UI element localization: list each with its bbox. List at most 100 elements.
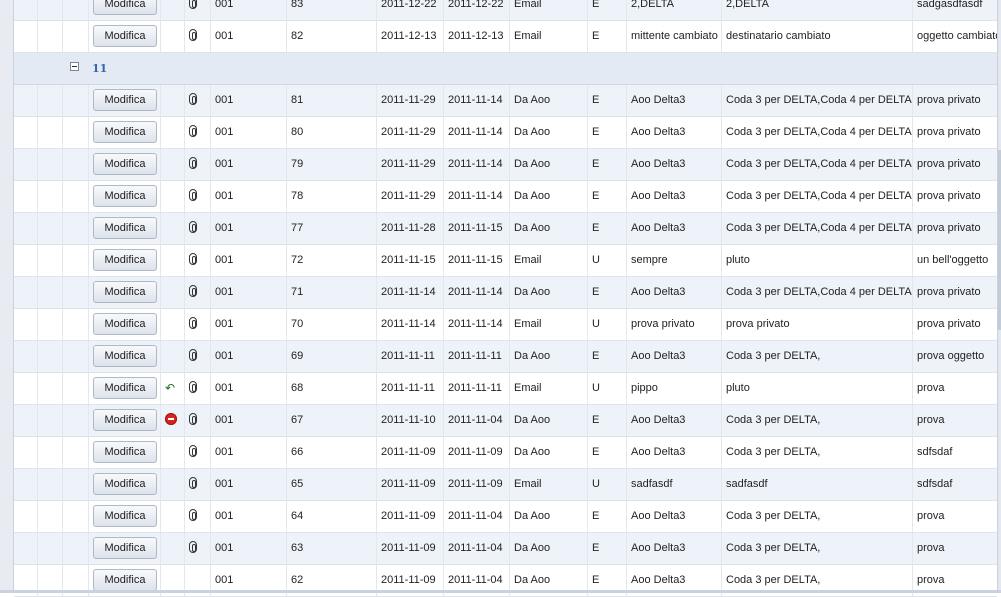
row-spacer-cell	[63, 21, 89, 52]
table-row[interactable]: Modifica 001 70 2011-11-14 2011-11-14 Email Up…	[14, 309, 997, 341]
modifica-button[interactable]: Modifica	[93, 537, 157, 560]
row-spacer-cell	[38, 309, 63, 340]
paperclip-icon[interactable]	[189, 189, 197, 202]
paperclip-icon[interactable]	[189, 253, 197, 266]
paperclip-icon[interactable]	[189, 349, 197, 362]
row-spacer-cell	[63, 277, 89, 308]
action-cell: Modifica	[89, 0, 161, 20]
aoo-cell: 001	[211, 245, 287, 276]
paperclip-icon[interactable]	[189, 157, 197, 170]
row-spacer-cell	[14, 533, 38, 564]
modifica-button[interactable]: Modifica	[93, 121, 157, 144]
number-cell: 81	[287, 85, 377, 116]
modifica-button[interactable]: Modifica	[93, 505, 157, 528]
action-cell: Modifica	[89, 405, 161, 436]
table-row[interactable]: Modifica 001 78 2011-11-29 2011-11-14 Da Aoo E…	[14, 181, 997, 213]
row-spacer-cell	[63, 213, 89, 244]
oggetto-cell: prova privato	[917, 190, 981, 202]
table-row[interactable]: Modifica 001 80 2011-11-29 2011-11-14 Da Aoo E…	[14, 117, 997, 149]
oggetto-cell: prova privato	[917, 126, 981, 138]
table-row[interactable]: Modifica 001 63 2011-11-09 2011-11-04 Da Aoo E…	[14, 533, 997, 565]
paperclip-icon[interactable]	[189, 445, 197, 458]
table-row[interactable]: Modifica 001 72 2011-11-15 2011-11-15 Email Us…	[14, 245, 997, 277]
table-row[interactable]: Modifica 001 67 2011-11-10 2011-11-04 Da Aoo E…	[14, 405, 997, 437]
destinatario-cell: Coda 3 per DELTA,	[722, 341, 913, 372]
paperclip-icon[interactable]	[189, 381, 197, 394]
modifica-button[interactable]: Modifica	[93, 409, 157, 432]
modifica-button[interactable]: Modifica	[93, 281, 157, 304]
modifica-button[interactable]: Modifica	[93, 153, 157, 176]
direction-cell: E	[588, 341, 627, 372]
paperclip-icon[interactable]	[189, 221, 197, 234]
mittente-cell: Aoo Delta3	[627, 181, 722, 212]
aoo-cell: 001	[211, 405, 287, 436]
paperclip-icon[interactable]	[189, 0, 197, 10]
paperclip-icon[interactable]	[189, 285, 197, 298]
paperclip-icon[interactable]	[189, 509, 197, 522]
row-spacer-cell	[14, 181, 38, 212]
modifica-button[interactable]: Modifica	[93, 473, 157, 496]
number-cell: 82	[287, 21, 377, 52]
status-cell	[161, 117, 185, 148]
paperclip-icon[interactable]	[189, 93, 197, 106]
paperclip-icon[interactable]	[189, 413, 197, 426]
status-cell	[161, 501, 185, 532]
table-row[interactable]: Modifica 001 64 2011-11-09 2011-11-04 Da Aoo E…	[14, 501, 997, 533]
status-cell	[161, 0, 185, 20]
modifica-button[interactable]: Modifica	[93, 185, 157, 208]
aoo-cell: 001	[211, 181, 287, 212]
row-spacer-cell	[38, 501, 63, 532]
number-cell: 80	[287, 117, 377, 148]
modifica-button[interactable]: Modifica	[93, 217, 157, 240]
table-row[interactable]: Modifica 001 66 2011-11-09 2011-11-09 Da Aoo E…	[14, 437, 997, 469]
row-spacer-cell	[38, 85, 63, 116]
row-spacer-cell	[14, 245, 38, 276]
paperclip-icon[interactable]	[189, 125, 197, 138]
status-cell	[161, 85, 185, 116]
collapse-toggle-icon[interactable]	[70, 62, 79, 71]
paperclip-icon[interactable]	[189, 29, 197, 42]
mittente-cell: Aoo Delta3	[627, 149, 722, 180]
direction-cell: E	[588, 213, 627, 244]
table-row[interactable]: Modifica ↶ 001 68 2011-11-11 2011-11-11 Email U…	[14, 373, 997, 405]
direction-cell: E	[588, 117, 627, 148]
table-row[interactable]: Modifica 001 81 2011-11-29 2011-11-14 Da Aoo E…	[14, 85, 997, 117]
mezzo-cell: Da Aoo	[510, 117, 588, 148]
table-row[interactable]: Modifica 001 71 2011-11-14 2011-11-14 Da Aoo E…	[14, 277, 997, 309]
attachment-cell	[185, 309, 211, 340]
table-row[interactable]: Modifica 001 79 2011-11-29 2011-11-14 Da Aoo E…	[14, 149, 997, 181]
aoo-cell: 001	[211, 437, 287, 468]
attachment-cell	[185, 181, 211, 212]
table-row[interactable]: Modifica 001 77 2011-11-28 2011-11-15 Da Aoo E…	[14, 213, 997, 245]
row-spacer-cell	[63, 181, 89, 212]
modifica-button[interactable]: Modifica	[93, 0, 157, 16]
attachment-cell	[185, 373, 211, 404]
table-row[interactable]: Modifica 001 83 2011-12-22 2011-12-22 Email E 2…	[14, 0, 997, 21]
date-cell: 2011-11-14	[377, 309, 444, 340]
number-cell: 71	[287, 277, 377, 308]
modifica-button[interactable]: Modifica	[93, 569, 157, 592]
modifica-button[interactable]: Modifica	[93, 345, 157, 368]
modifica-button[interactable]: Modifica	[93, 441, 157, 464]
table-row[interactable]: Modifica 001 69 2011-11-11 2011-11-11 Da Aoo E…	[14, 341, 997, 373]
modifica-button[interactable]: Modifica	[93, 249, 157, 272]
action-cell: Modifica	[89, 277, 161, 308]
row-spacer-cell	[63, 245, 89, 276]
paperclip-icon[interactable]	[189, 541, 197, 554]
paperclip-icon[interactable]	[189, 317, 197, 330]
protocol-grid: Modifica 001 83 2011-12-22 2011-12-22 Email E 2…	[14, 0, 997, 597]
oggetto-cell: sdfsdaf	[917, 478, 953, 490]
modifica-button[interactable]: Modifica	[93, 25, 157, 48]
date-cell: 2011-11-14	[444, 277, 510, 308]
mezzo-cell: Email	[510, 21, 588, 52]
mittente-cell: sempre	[627, 245, 722, 276]
aoo-cell: 001	[211, 373, 287, 404]
paperclip-icon[interactable]	[189, 477, 197, 490]
table-row[interactable]: Modifica 001 65 2011-11-09 2011-11-09 Email Us…	[14, 469, 997, 501]
table-row[interactable]: Modifica 001 82 2011-12-13 2011-12-13 Email Em…	[14, 21, 997, 53]
destinatario-cell: sadfasdf	[722, 469, 913, 500]
status-cell	[161, 277, 185, 308]
modifica-button[interactable]: Modifica	[93, 377, 157, 400]
modifica-button[interactable]: Modifica	[93, 89, 157, 112]
modifica-button[interactable]: Modifica	[93, 313, 157, 336]
